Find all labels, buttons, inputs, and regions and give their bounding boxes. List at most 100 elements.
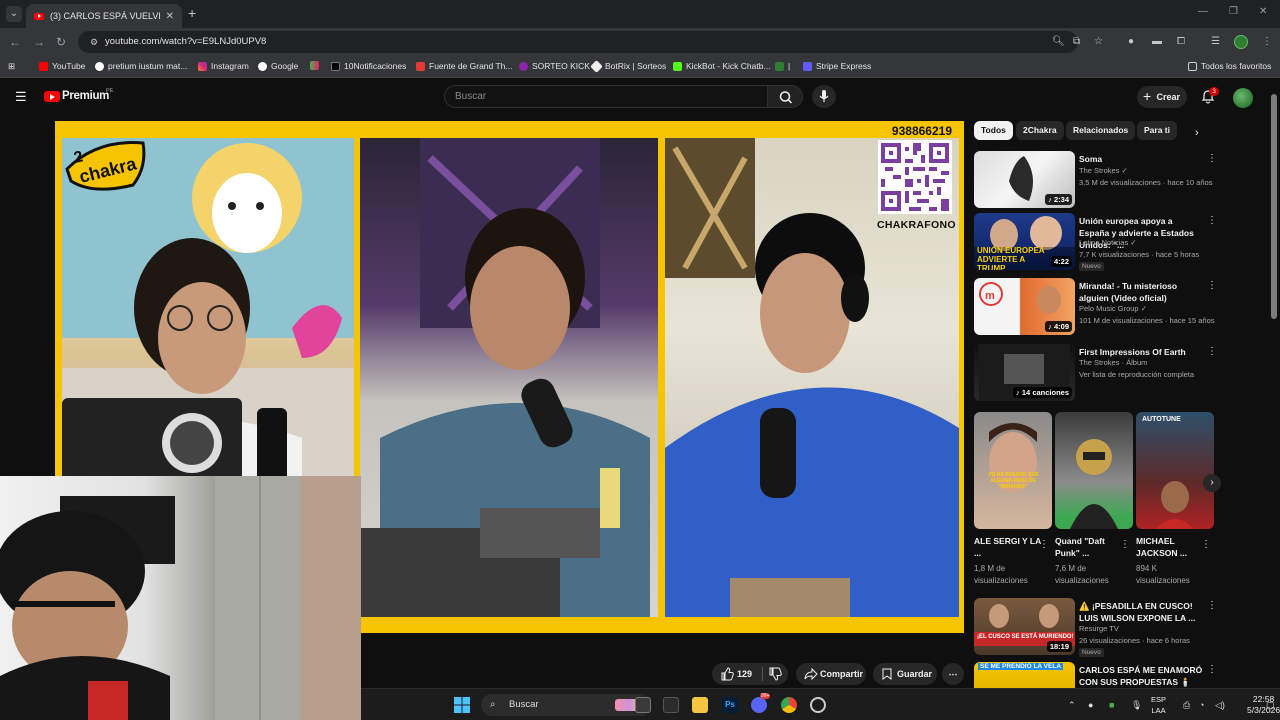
bookmark-instagram[interactable]: Instagram [198,61,249,71]
channel-name[interactable]: The Strokes ✓ [1079,166,1128,175]
playlist-link[interactable]: Ver lista de reproducción completa [1079,370,1194,379]
url-text[interactable]: youtube.com/watch?v=E9LNJd0UPV8 [105,36,266,47]
video-thumbnail[interactable]: ¡EL CUSCO SE ESTÁ MURIENDO! 18:19 [974,598,1075,655]
chevron-right-icon[interactable]: › [1203,474,1221,492]
chip-para-ti[interactable]: Para ti [1137,121,1177,140]
youtube-logo-icon[interactable] [44,91,60,102]
bookmark-botrix[interactable]: BotRix | Sorteos [590,59,666,73]
back-icon[interactable]: ← [9,34,21,50]
video-title[interactable]: Miranda! - Tu misterioso alguien (Video … [1079,280,1203,304]
bookmark-youtube[interactable]: YouTube [39,61,85,71]
bookmark-sorteo-kick[interactable]: SORTEO KICK [519,61,590,71]
app-icon[interactable] [663,697,679,713]
bookmark-separator[interactable]: | [775,61,790,71]
share-button[interactable]: Compartir [796,663,866,685]
address-bar[interactable]: ⚙ youtube.com/watch?v=E9LNJd0UPV8 🔍︎ [78,31,1078,53]
reload-icon[interactable]: ↻ [56,34,66,50]
search-input[interactable]: Buscar [444,85,768,108]
more-vertical-icon[interactable]: ⋮ [1207,347,1217,357]
more-vertical-icon[interactable]: ⋮ [1207,601,1217,611]
extension-icon[interactable]: ▬ [1152,36,1162,48]
bookmark-pretium[interactable]: pretium iustum mat... [95,61,187,71]
recommendation-item[interactable]: ¡EL CUSCO SE ESTÁ MURIENDO! 18:19 ⚠️ ¡PE… [974,598,1217,657]
video-thumbnail[interactable]: m ♪ 4:09 [974,278,1075,335]
short-title[interactable]: MICHAEL JACKSON ... [1136,535,1204,559]
app-icon[interactable] [810,697,826,713]
bookmark-kickbot[interactable]: KickBot - Kick Chatb... [673,61,771,71]
save-button[interactable]: Guardar [873,663,937,685]
microphone-icon[interactable]: 🎙︎ [1131,700,1142,710]
short-title[interactable]: Quand "Daft Punk" ... [1055,535,1123,559]
short-thumbnail[interactable] [1055,412,1133,529]
install-app-icon[interactable]: ⧉ [1073,36,1080,48]
network-icon[interactable]: ⎙ [1183,700,1190,710]
extension-icon[interactable]: ● [1128,36,1134,48]
close-tab-icon[interactable]: ✕ [166,11,174,22]
video-title[interactable]: CARLOS ESPÁ ME ENAMORÓ CON SUS PROPUESTA… [1079,664,1203,688]
video-title[interactable]: ⚠️ ¡PESADILLA EN CUSCO! LUIS WILSON EXPO… [1079,600,1203,624]
chip-relacionados[interactable]: Relacionados [1066,121,1136,140]
short-title[interactable]: ALE SERGI Y LA ... [974,535,1042,559]
file-explorer-icon[interactable] [692,697,708,713]
recommendation-item[interactable]: ♪ 2:34 Soma The Strokes ✓ 3,5 M de visua… [974,151,1217,209]
notification-center-icon[interactable]: ▢ [1266,700,1275,710]
site-info-icon[interactable]: ⚙ [88,36,100,48]
new-tab-button[interactable]: + [188,6,196,20]
channel-name[interactable]: Pelo Music Group ✓ [1079,304,1147,313]
volume-icon[interactable]: ◁) [1215,700,1225,710]
more-vertical-icon[interactable]: ⋮ [1039,539,1049,550]
channel-name[interactable]: The Strokes · Álbum [1079,358,1147,367]
forward-icon[interactable]: → [33,34,45,50]
extensions-puzzle-icon[interactable]: ⧠ [1177,36,1185,48]
recommendation-item[interactable]: UNIÓN EUROPEA ADVIERTE A TRUMP 4:22 Unió… [974,213,1217,271]
task-view-icon[interactable] [635,697,651,713]
keyboard-language[interactable]: ESP LAA [1151,694,1166,716]
voice-search-button[interactable] [812,85,836,108]
windows-start-icon[interactable] [454,697,470,713]
chip-todos[interactable]: Todos [974,121,1013,140]
video-title[interactable]: Soma [1079,153,1203,165]
more-vertical-icon[interactable]: ⋮ [1120,539,1130,550]
playlist-item[interactable]: ♪ 14 canciones First Impressions Of Eart… [974,344,1217,402]
playlist-title[interactable]: First Impressions Of Earth [1079,346,1203,358]
minimize-icon[interactable]: — [1198,6,1208,17]
bookmark-10notificaciones[interactable]: 10Notificaciones [331,61,406,71]
discord-icon[interactable] [751,697,767,713]
reading-list-icon[interactable]: ☰ [1211,36,1220,48]
maximize-icon[interactable]: ❐ [1229,6,1238,17]
tray-app-icon[interactable]: ■ [1109,700,1114,710]
channel-name[interactable]: Latina Noticias ✓ [1079,238,1137,247]
browser-tab-active[interactable]: (3) CARLOS ESPÁ VUELVE A #2 ✕ [26,4,182,28]
video-thumbnail[interactable]: UNIÓN EUROPEA ADVIERTE A TRUMP 4:22 [974,213,1075,270]
bookmark-star-icon[interactable]: ☆ [1094,36,1103,48]
chip-2chakra[interactable]: 2Chakra [1016,121,1064,140]
tab-search-button[interactable]: ⌄ [6,6,22,22]
channel-name[interactable]: Resurge TV [1079,624,1119,633]
more-vertical-icon[interactable]: ⋮ [1207,216,1217,226]
recommendation-item[interactable]: m ♪ 4:09 Miranda! - Tu misterioso alguie… [974,278,1217,336]
more-vertical-icon[interactable]: ⋮ [1201,539,1211,550]
chrome-menu-icon[interactable]: ⋮ [1262,36,1272,48]
apps-grid-icon[interactable]: ⊞ [8,61,15,72]
zoom-icon[interactable]: 🔍︎ [1052,36,1065,48]
taskbar-search[interactable]: ⌕ Buscar [481,694,651,716]
video-thumbnail[interactable]: ♪ 2:34 [974,151,1075,208]
wifi-icon[interactable]: ◔ [1199,700,1204,710]
more-actions-button[interactable]: ⋯ [942,663,964,685]
youtube-premium-logo[interactable]: Premium [62,90,109,102]
close-window-icon[interactable]: ✕ [1259,6,1267,17]
all-bookmarks[interactable]: Todos los favoritos [1188,61,1271,71]
tray-app-icon[interactable]: ● [1088,700,1093,710]
bookmark-extension[interactable] [310,61,319,70]
bookmark-google[interactable]: Google [258,61,298,71]
account-avatar[interactable] [1233,88,1253,108]
bookmark-stripe[interactable]: Stripe Express [803,61,871,71]
menu-icon[interactable]: ☰ [15,90,27,104]
more-vertical-icon[interactable]: ⋮ [1207,154,1217,164]
chrome-icon[interactable] [781,697,797,713]
profile-avatar[interactable] [1234,35,1248,49]
short-thumbnail[interactable]: AUTOTUNE [1136,412,1214,529]
clock[interactable]: 22:58 5/3/2026 [1247,694,1280,716]
more-vertical-icon[interactable]: ⋮ [1207,281,1217,291]
page-scrollbar[interactable] [1271,94,1277,319]
